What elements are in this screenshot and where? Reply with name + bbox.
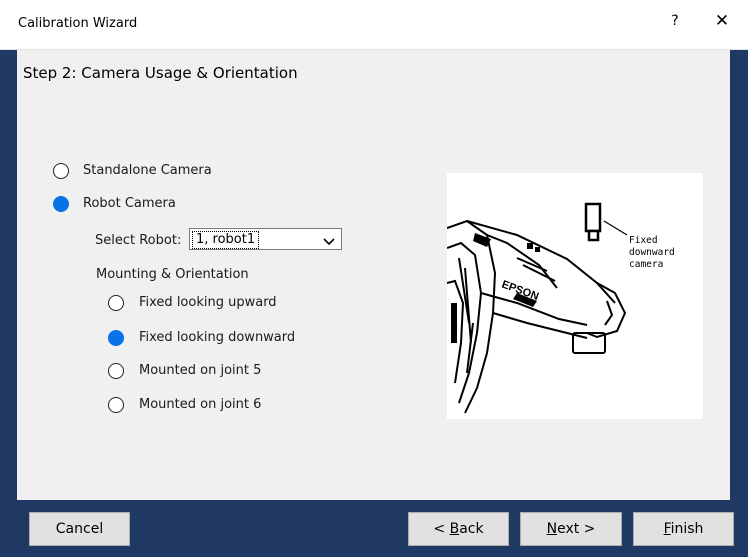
window-title: Calibration Wizard	[18, 16, 138, 31]
back-prefix: <	[433, 521, 450, 537]
title-bar: Calibration Wizard ? ✕	[0, 0, 748, 50]
joint5-label[interactable]: Mounted on joint 5	[139, 363, 261, 378]
cancel-button[interactable]: Cancel	[29, 512, 130, 546]
caption-line3: camera	[629, 259, 663, 270]
close-button[interactable]: ✕	[712, 11, 732, 31]
fixed-downward-label[interactable]: Fixed looking downward	[139, 330, 295, 345]
caption-line1: Fixed	[629, 235, 658, 246]
back-mnemonic: B	[449, 521, 460, 537]
standalone-camera-radio[interactable]	[53, 163, 69, 179]
joint6-label[interactable]: Mounted on joint 6	[139, 397, 261, 412]
back-button[interactable]: < Back	[408, 512, 509, 546]
robot-camera-radio[interactable]	[53, 196, 69, 212]
next-mnemonic: N	[546, 521, 558, 537]
robot-camera-label[interactable]: Robot Camera	[83, 196, 176, 211]
joint5-radio[interactable]	[108, 363, 124, 379]
finish-suffix: inish	[670, 521, 704, 537]
calibration-wizard-window: Calibration Wizard ? ✕ Step 2: Camera Us…	[0, 0, 748, 557]
robot-camera-illustration: EPSON Fixed downward camera	[447, 173, 703, 419]
select-robot-dropdown[interactable]: 1, robot1	[189, 228, 342, 250]
wizard-content-panel: Step 2: Camera Usage & Orientation Stand…	[17, 50, 730, 500]
mounting-orientation-label: Mounting & Orientation	[96, 267, 249, 282]
back-suffix: ack	[459, 521, 484, 537]
select-robot-label: Select Robot:	[95, 233, 182, 248]
joint6-radio[interactable]	[108, 397, 124, 413]
standalone-camera-label[interactable]: Standalone Camera	[83, 163, 212, 178]
next-button[interactable]: Next >	[520, 512, 622, 546]
select-robot-value: 1, robot1	[192, 231, 260, 249]
chevron-down-icon	[322, 233, 336, 252]
fixed-upward-radio[interactable]	[108, 295, 124, 311]
fixed-upward-label[interactable]: Fixed looking upward	[139, 295, 277, 310]
finish-button[interactable]: Finish	[633, 512, 734, 546]
finish-mnemonic: F	[663, 521, 671, 537]
help-button[interactable]: ?	[665, 13, 685, 29]
fixed-downward-radio[interactable]	[108, 330, 124, 346]
next-suffix: ext >	[557, 521, 596, 537]
step-title: Step 2: Camera Usage & Orientation	[23, 64, 298, 82]
caption-line2: downward	[629, 247, 675, 258]
camera-icon	[584, 202, 602, 233]
